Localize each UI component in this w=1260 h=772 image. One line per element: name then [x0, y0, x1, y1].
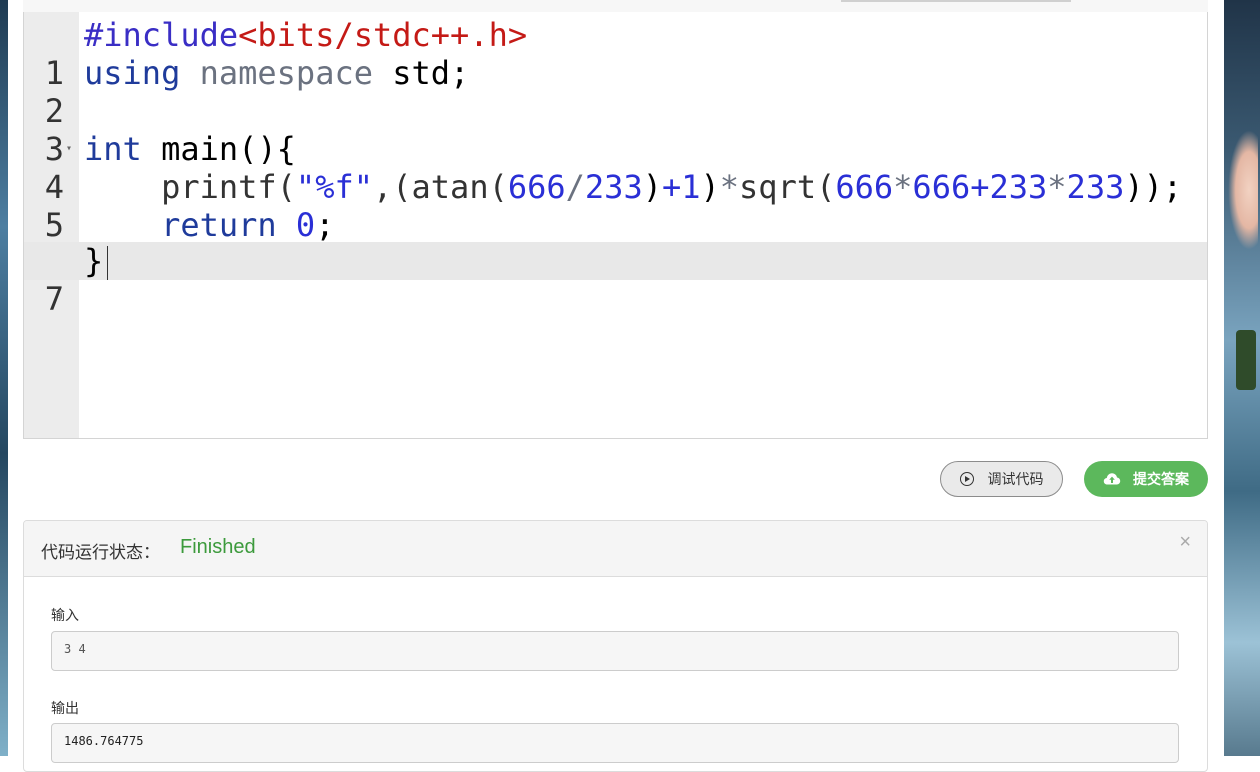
- line-number: 7: [44, 280, 64, 318]
- status-header: 代码运行状态： Finished ×: [24, 521, 1207, 577]
- code-text: return 0;: [161, 206, 335, 244]
- input-label: 输入: [51, 607, 79, 623]
- output-field[interactable]: 1486.764775: [51, 723, 1179, 763]
- fold-arrow-icon[interactable]: ▾: [66, 130, 72, 168]
- code-line-4[interactable]: 4 ▾ int main(){: [24, 130, 1207, 206]
- submit-answer-label: 提交答案: [1133, 471, 1189, 487]
- run-status-panel: 代码运行状态： Finished × 输入 3 4 输出 1486.764775: [23, 520, 1208, 772]
- code-line-3[interactable]: 3: [24, 92, 1207, 168]
- debug-code-button[interactable]: 调试代码: [940, 461, 1063, 497]
- code-line-6[interactable]: 6 return 0;: [24, 206, 1207, 282]
- code-editor[interactable]: 1 #include<bits/stdc++.h> 2 using namesp…: [23, 12, 1208, 439]
- submit-answer-button[interactable]: 提交答案: [1084, 461, 1208, 497]
- code-line-7[interactable]: 7 }: [24, 242, 1207, 318]
- code-text: printf("%f",(atan(666/233)+1)*sqrt(666*6…: [161, 168, 1183, 206]
- code-line-5[interactable]: 5 printf("%f",(atan(666/233)+1)*sqrt(666…: [24, 168, 1207, 244]
- code-text: using namespace std;: [84, 54, 470, 92]
- main-content: 1 #include<bits/stdc++.h> 2 using namesp…: [8, 0, 1224, 772]
- wallpaper-badge: [1236, 330, 1256, 390]
- code-text: }: [84, 242, 109, 280]
- play-circle-icon: [959, 472, 974, 486]
- code-line-2[interactable]: 2 using namespace std;: [24, 54, 1207, 130]
- code-text: #include<bits/stdc++.h>: [84, 16, 528, 54]
- toolbar-input[interactable]: [841, 0, 1071, 2]
- text-cursor: [107, 246, 109, 280]
- output-label: 输出: [51, 700, 79, 716]
- input-field[interactable]: 3 4: [51, 631, 1179, 671]
- code-text: int main(){: [84, 130, 296, 168]
- close-icon[interactable]: ×: [1179, 531, 1191, 554]
- status-label: 代码运行状态：: [41, 543, 160, 562]
- status-value: Finished: [180, 536, 256, 558]
- debug-code-label: 调试代码: [987, 471, 1044, 487]
- background-left-edge: [0, 0, 8, 756]
- background-right-edge: [1224, 0, 1260, 756]
- cloud-upload-icon: [1103, 472, 1121, 486]
- wallpaper-face: [1228, 130, 1258, 250]
- code-line-1[interactable]: 1 #include<bits/stdc++.h>: [24, 16, 1207, 92]
